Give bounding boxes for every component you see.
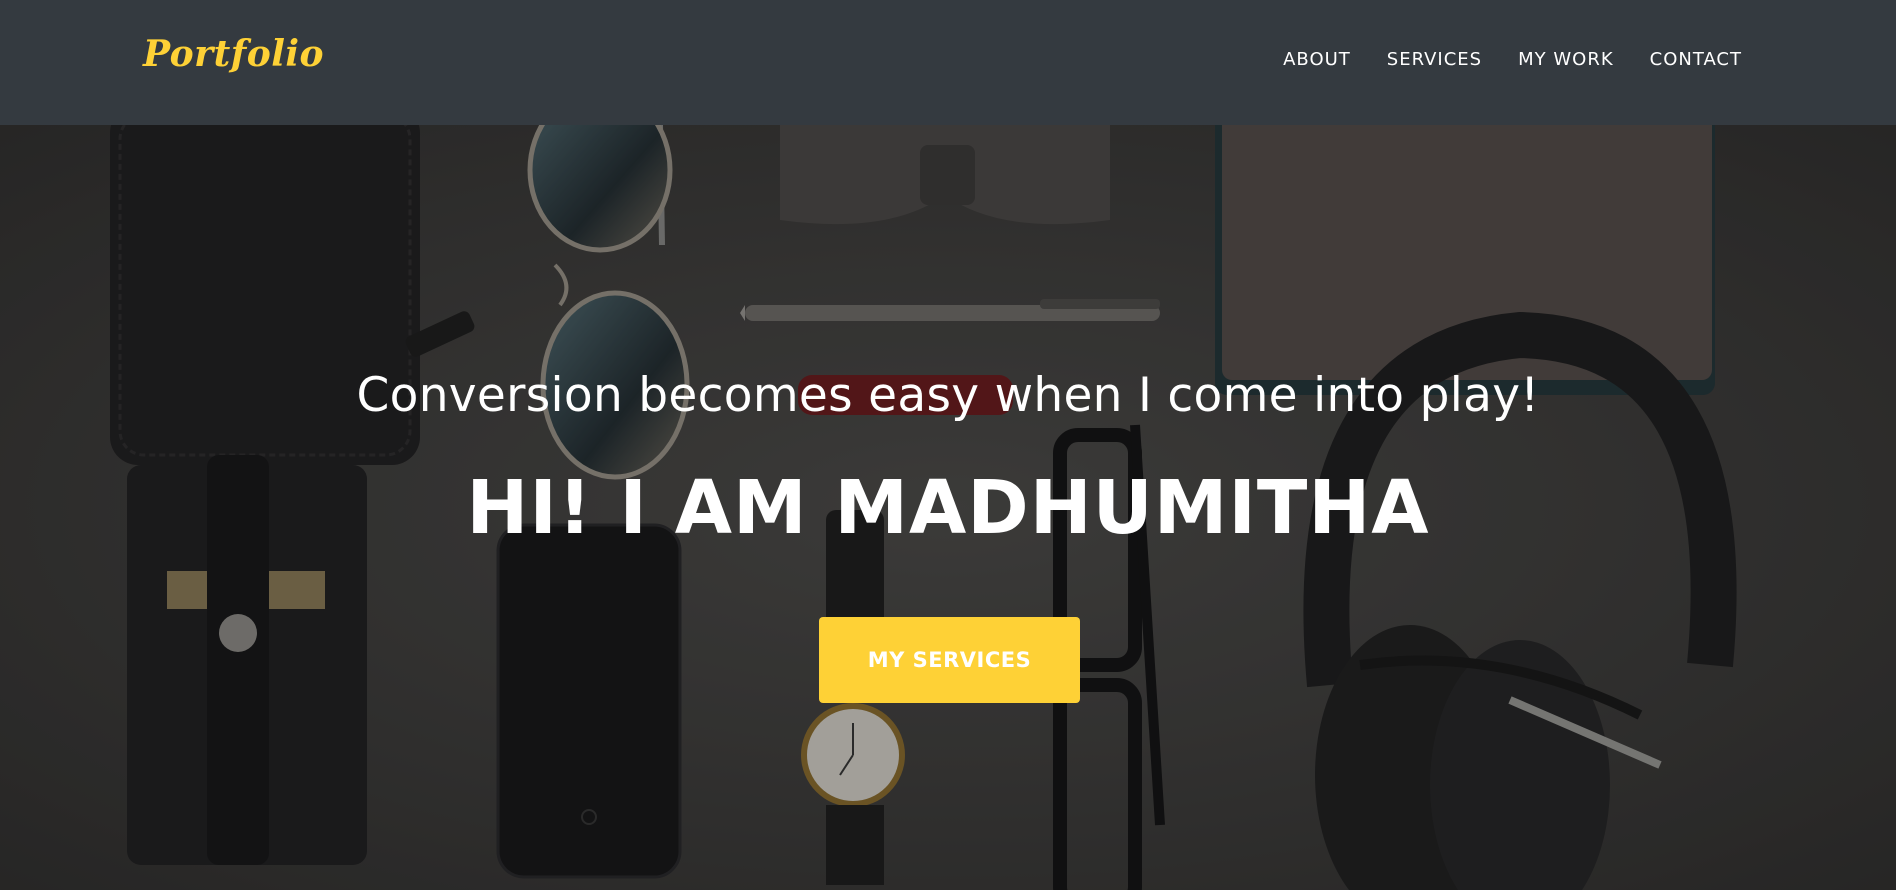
my-services-button[interactable]: MY SERVICES <box>819 617 1080 703</box>
nav-links: ABOUT SERVICES MY WORK CONTACT <box>1247 49 1742 70</box>
nav-link-about[interactable]: ABOUT <box>1283 49 1351 70</box>
nav-link-contact[interactable]: CONTACT <box>1650 49 1742 70</box>
page: Portfolio ABOUT SERVICES MY WORK CONTACT <box>0 0 1896 890</box>
brand-logo[interactable]: Portfolio <box>143 33 324 75</box>
nav-link-my-work[interactable]: MY WORK <box>1518 49 1614 70</box>
hero-section: Conversion becomes easy when I come into… <box>0 125 1896 890</box>
hero-tagline: Conversion becomes easy when I come into… <box>356 368 1540 423</box>
nav-link-services[interactable]: SERVICES <box>1387 49 1482 70</box>
navbar: Portfolio ABOUT SERVICES MY WORK CONTACT <box>0 0 1896 125</box>
hero-headline: HI! I AM MADHUMITHA <box>466 465 1430 551</box>
